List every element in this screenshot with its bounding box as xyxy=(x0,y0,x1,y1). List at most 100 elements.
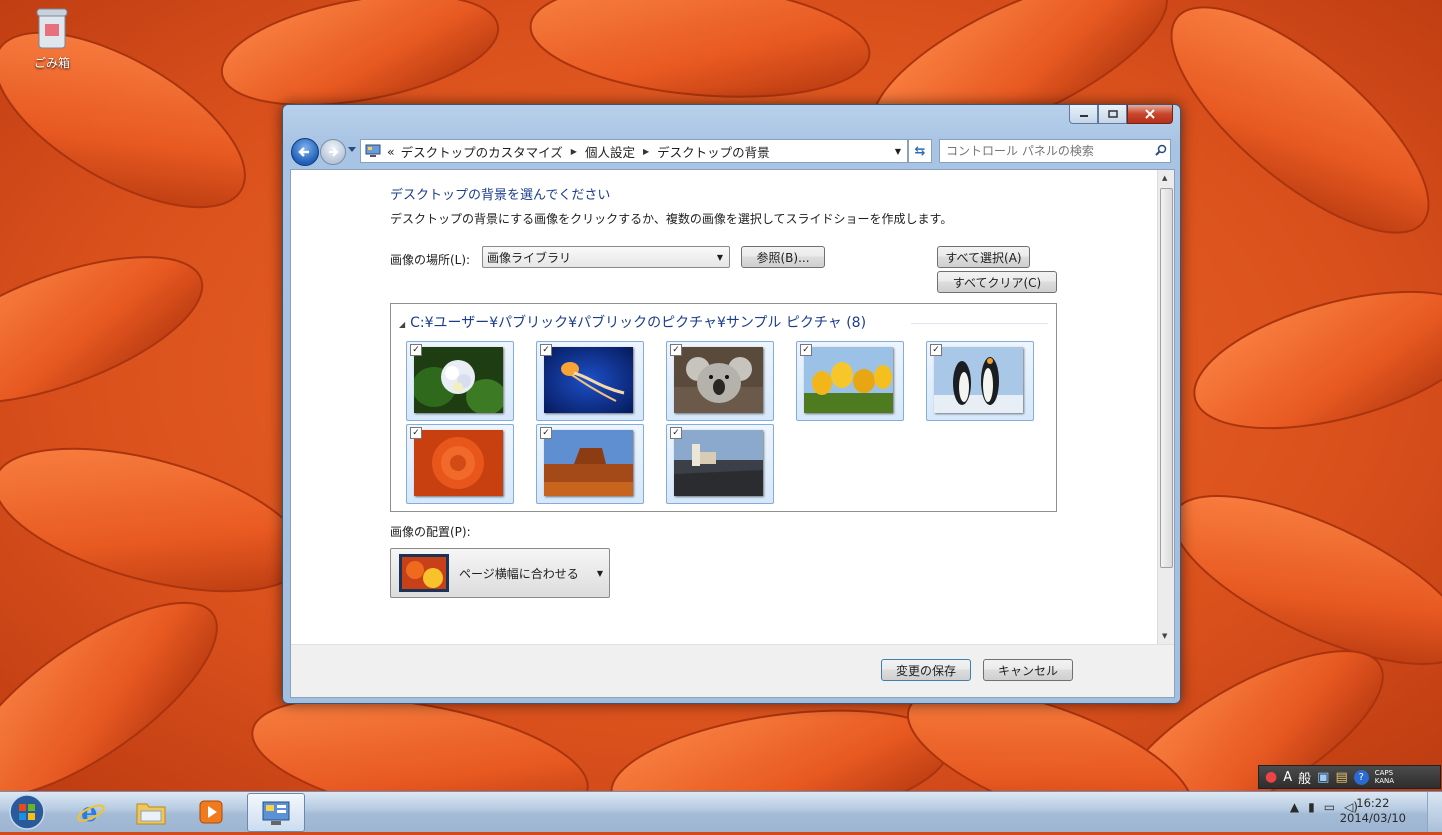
recycle-bin-icon xyxy=(35,6,69,50)
breadcrumb-separator-icon[interactable]: ▶ xyxy=(571,147,577,156)
chevron-down-icon[interactable]: ▼ xyxy=(895,147,901,156)
ime-input-mode[interactable]: A xyxy=(1283,770,1292,785)
close-button[interactable] xyxy=(1127,105,1173,124)
thumbnail-hydrangeas[interactable]: ✓ xyxy=(406,341,514,421)
chevron-down-icon: ▼ xyxy=(716,252,723,262)
network-icon[interactable]: ▭ xyxy=(1324,800,1335,814)
page-title: デスクトップの背景を選んでください xyxy=(390,188,611,203)
search-input[interactable] xyxy=(940,143,1152,159)
maximize-icon xyxy=(1107,110,1118,118)
thumbnail-checkbox[interactable]: ✓ xyxy=(540,344,552,356)
picture-location-select[interactable]: 画像ライブラリ ▼ xyxy=(482,246,730,268)
media-player-icon xyxy=(199,800,223,823)
ime-dictionary-mode[interactable]: 般 xyxy=(1298,768,1311,787)
minimize-button[interactable] xyxy=(1069,105,1098,124)
minimize-icon xyxy=(1079,115,1088,117)
caps-indicator: CAPS xyxy=(1374,769,1394,777)
refresh-icon: ⇆ xyxy=(914,143,926,159)
close-icon xyxy=(1145,109,1155,119)
gallery-group-header[interactable]: ◢ C:¥ユーザー¥パブリック¥パブリックのピクチャ¥サンプル ピクチャ (8) xyxy=(399,312,866,332)
collapse-triangle-icon[interactable]: ◢ xyxy=(399,320,405,329)
search-icon[interactable] xyxy=(1152,144,1170,159)
show-desktop-button[interactable] xyxy=(1427,792,1442,832)
ime-status-icon[interactable]: ● xyxy=(1265,769,1277,785)
scroll-thumb[interactable] xyxy=(1160,188,1173,568)
back-arrow-icon xyxy=(298,147,309,157)
kana-indicator: KANA xyxy=(1374,777,1395,785)
address-bar[interactable]: « デスクトップのカスタマイズ ▶ 個人設定 ▶ デスクトップの背景 ▼ xyxy=(360,139,908,163)
content-pane: デスクトップの背景を選んでください デスクトップの背景にする画像をクリックするか… xyxy=(290,169,1175,698)
window-controls xyxy=(1069,105,1173,124)
thumbnail-checkbox[interactable]: ✓ xyxy=(410,344,422,356)
internet-explorer-icon: e xyxy=(77,798,105,827)
clock-time: 16:22 xyxy=(1356,796,1390,810)
thumbnail-checkbox[interactable]: ✓ xyxy=(670,344,682,356)
caps-kana-indicator: CAPS KANA xyxy=(1375,769,1394,785)
breadcrumb-personalization[interactable]: 個人設定 xyxy=(585,142,635,161)
thumbnail-jellyfish[interactable]: ✓ xyxy=(536,341,644,421)
thumbnail-checkbox[interactable]: ✓ xyxy=(930,344,942,356)
thumbnail-checkbox[interactable]: ✓ xyxy=(670,427,682,439)
thumbnail-desert[interactable]: ✓ xyxy=(536,424,644,504)
thumbnail-penguins[interactable]: ✓ xyxy=(926,341,1034,421)
taskbar: e ▲ ▮ ▭ ◁) 16:22 2014/03/10 xyxy=(0,791,1442,832)
thumbnail-checkbox[interactable]: ✓ xyxy=(410,427,422,439)
forward-button[interactable] xyxy=(320,139,346,165)
safely-remove-hardware-icon[interactable]: ▮ xyxy=(1308,800,1315,814)
taskbar-windows-explorer[interactable] xyxy=(123,793,179,830)
thumbnail-chrysanthemum[interactable]: ✓ xyxy=(406,424,514,504)
chevron-down-icon: ▼ xyxy=(596,568,603,578)
show-hidden-icons-icon[interactable]: ▲ xyxy=(1290,800,1299,814)
picture-position-select[interactable]: ページ横幅に合わせる ▼ xyxy=(390,548,610,598)
control-panel-icon xyxy=(365,144,381,157)
navigation-bar: « デスクトップのカスタマイズ ▶ 個人設定 ▶ デスクトップの背景 ▼ ⇆ xyxy=(291,137,1172,166)
picture-gallery: ◢ C:¥ユーザー¥パブリック¥パブリックのピクチャ¥サンプル ピクチャ (8) … xyxy=(390,303,1057,512)
windows-logo-icon xyxy=(9,794,45,830)
breadcrumb-separator-icon[interactable]: ▶ xyxy=(643,147,649,156)
desert-image xyxy=(544,430,633,496)
maximize-button[interactable] xyxy=(1098,105,1127,124)
hydrangeas-image xyxy=(414,347,503,413)
gallery-group-title: C:¥ユーザー¥パブリック¥パブリックのピクチャ¥サンプル ピクチャ (8) xyxy=(410,315,867,331)
system-clock[interactable]: 16:22 2014/03/10 xyxy=(1340,796,1406,826)
breadcrumb-customize[interactable]: デスクトップのカスタマイズ xyxy=(401,142,563,161)
ime-pad-icon[interactable]: ▣ xyxy=(1317,770,1329,785)
jellyfish-image xyxy=(544,347,633,413)
chrysanthemum-image xyxy=(414,430,503,496)
thumbnail-lighthouse[interactable]: ✓ xyxy=(666,424,774,504)
clear-all-button[interactable]: すべてクリア(C) xyxy=(937,271,1057,293)
select-all-button[interactable]: すべて選択(A) xyxy=(937,246,1030,268)
vertical-scrollbar[interactable]: ▲ ▼ xyxy=(1157,170,1174,644)
taskbar-media-player[interactable] xyxy=(183,793,239,830)
control-panel-icon xyxy=(262,801,290,825)
thumbnail-tulips[interactable]: ✓ xyxy=(796,341,904,421)
help-icon[interactable]: ? xyxy=(1353,769,1369,785)
picture-position-label: 画像の配置(P): xyxy=(390,525,471,539)
breadcrumb-desktop-background[interactable]: デスクトップの背景 xyxy=(657,142,770,161)
back-button[interactable] xyxy=(291,138,319,166)
scroll-down-icon[interactable]: ▼ xyxy=(1162,632,1167,640)
koala-image xyxy=(674,347,763,413)
browse-button[interactable]: 参照(B)... xyxy=(741,246,825,268)
language-bar: ● A 般 ▣ ▤ ? CAPS KANA xyxy=(1258,765,1441,789)
taskbar-internet-explorer[interactable]: e xyxy=(63,793,119,830)
position-preview-icon xyxy=(399,554,449,592)
thumbnail-checkbox[interactable]: ✓ xyxy=(800,344,812,356)
forward-arrow-icon xyxy=(329,147,339,157)
thumbnail-koala[interactable]: ✓ xyxy=(666,341,774,421)
search-box[interactable] xyxy=(939,139,1171,163)
group-divider xyxy=(911,323,1048,324)
scroll-up-icon[interactable]: ▲ xyxy=(1162,174,1167,182)
address-overflow-chevron[interactable]: « xyxy=(387,144,395,159)
taskbar-control-panel[interactable] xyxy=(247,793,305,832)
recycle-bin-label: ごみ箱 xyxy=(33,56,70,70)
recycle-bin[interactable]: ごみ箱 xyxy=(22,6,82,71)
control-panel-window: « デスクトップのカスタマイズ ▶ 個人設定 ▶ デスクトップの背景 ▼ ⇆ デ… xyxy=(282,104,1181,704)
save-changes-button[interactable]: 変更の保存 xyxy=(881,659,971,681)
start-button[interactable] xyxy=(6,792,48,832)
recent-pages-dropdown[interactable] xyxy=(348,147,356,152)
thumbnail-checkbox[interactable]: ✓ xyxy=(540,427,552,439)
refresh-button[interactable]: ⇆ xyxy=(908,139,932,163)
cancel-button[interactable]: キャンセル xyxy=(983,659,1073,681)
ime-tools-icon[interactable]: ▤ xyxy=(1335,770,1347,785)
